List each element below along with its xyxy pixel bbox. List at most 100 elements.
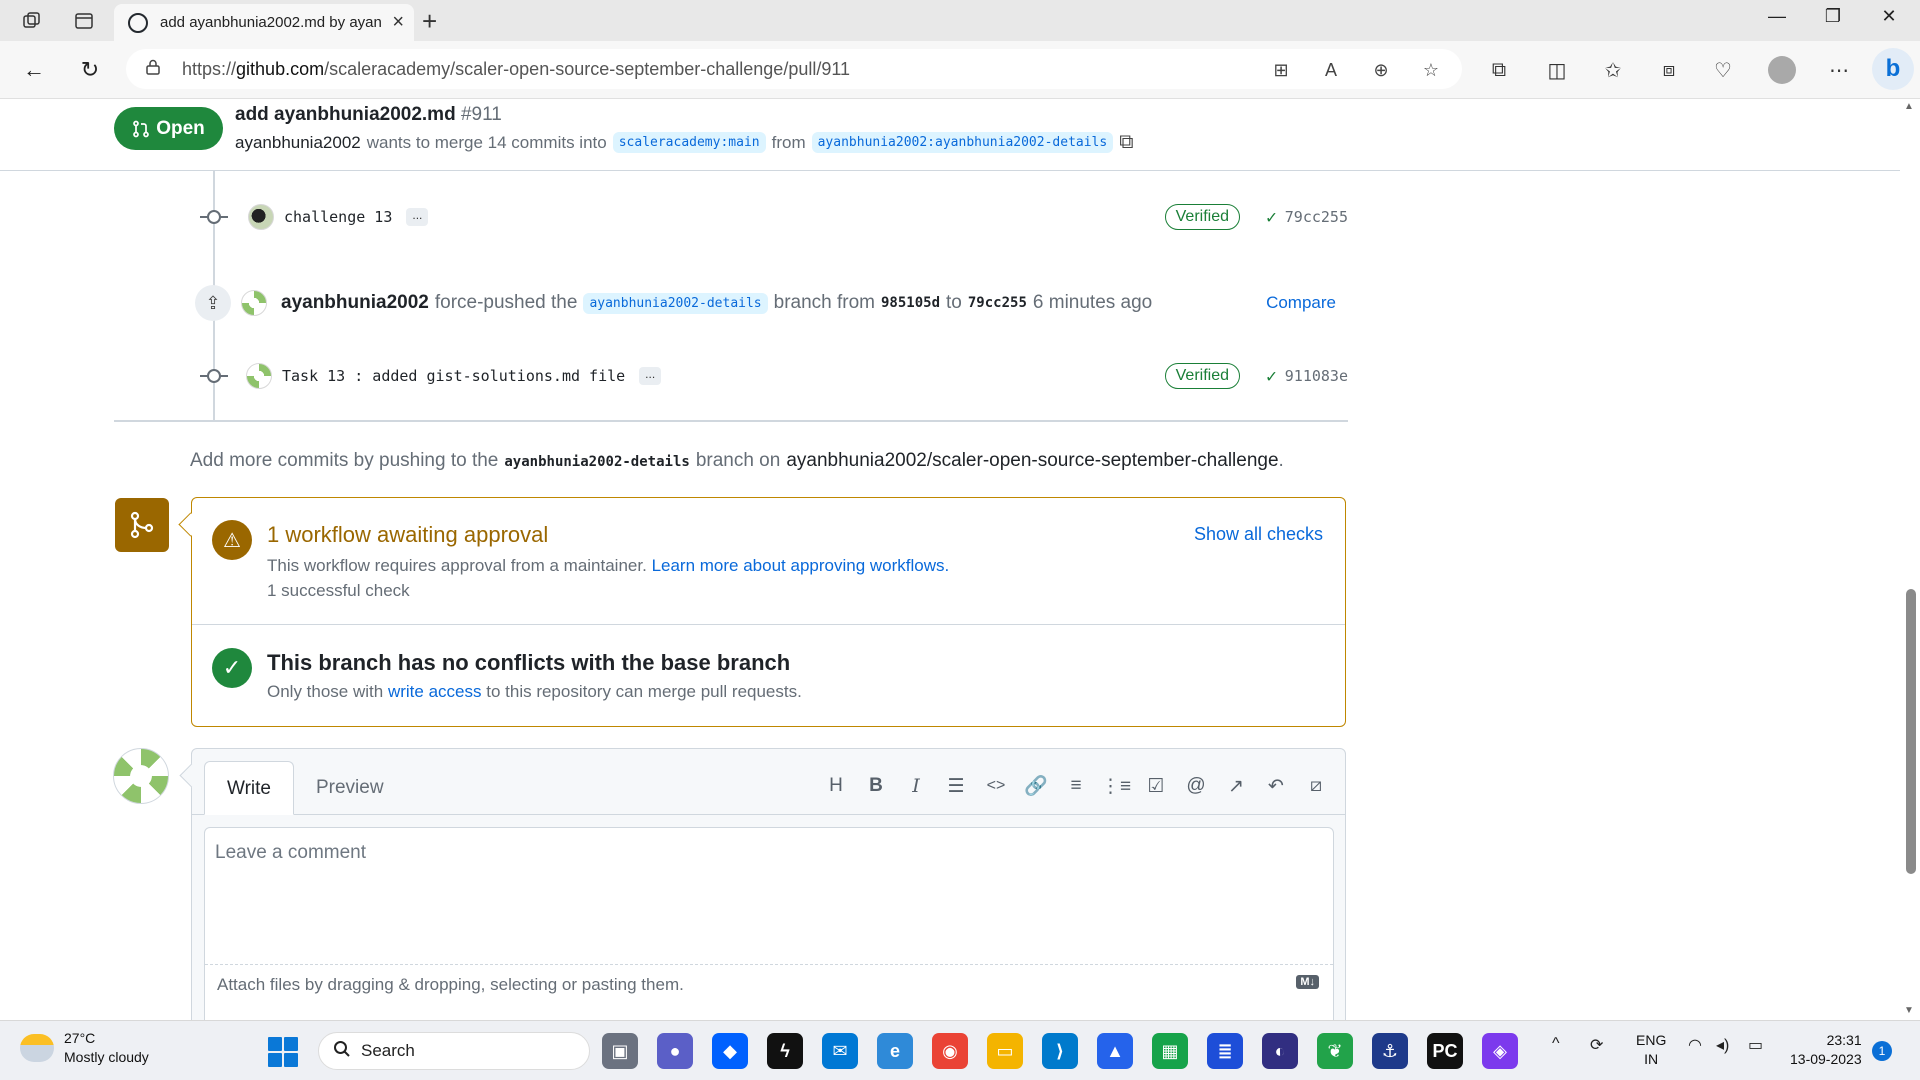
extensions-icon[interactable]: ⧉ <box>1482 53 1516 87</box>
lock-icon[interactable] <box>146 59 172 79</box>
weather-widget[interactable]: 27°C Mostly cloudy <box>20 1029 149 1067</box>
copy-icon[interactable]: ⧉ <box>1119 131 1133 154</box>
avatar[interactable] <box>113 748 169 804</box>
verified-badge[interactable]: Verified <box>1164 363 1240 389</box>
notification-badge[interactable]: 1 <box>1872 1041 1892 1061</box>
slash-commands-icon[interactable]: ⧄ <box>1305 774 1327 798</box>
app-icon[interactable]: ▦ <box>1152 1033 1188 1069</box>
tab-actions-icon[interactable] <box>70 8 98 34</box>
code-icon[interactable]: <> <box>985 774 1007 798</box>
write-access-link[interactable]: write access <box>388 682 482 701</box>
markdown-icon[interactable]: M↓ <box>1296 975 1319 989</box>
notepad-icon[interactable]: ≣ <box>1207 1033 1243 1069</box>
dropbox-icon[interactable]: ◆ <box>712 1033 748 1069</box>
pycharm-icon[interactable]: PC <box>1427 1033 1463 1069</box>
avatar[interactable] <box>241 290 267 316</box>
favorite-star-icon[interactable]: ☆ <box>1418 57 1444 83</box>
scrollbar-thumb[interactable] <box>1906 589 1916 874</box>
show-all-checks-link[interactable]: Show all checks <box>1194 524 1323 545</box>
app-icon[interactable]: ◈ <box>1482 1033 1518 1069</box>
restore-button[interactable]: ❐ <box>1810 6 1856 27</box>
comment-textarea[interactable] <box>205 828 1333 963</box>
browser-essentials-icon[interactable]: ♡ <box>1706 53 1740 87</box>
chat-icon[interactable]: ● <box>657 1033 693 1069</box>
wifi-icon[interactable]: ◠ <box>1688 1035 1702 1055</box>
split-screen-icon[interactable]: ◫ <box>1540 53 1574 87</box>
favorites-icon[interactable]: ✩ <box>1596 53 1630 87</box>
address-bar[interactable]: https://github.com/scaleracademy/scaler-… <box>126 49 1462 89</box>
more-menu-icon[interactable]: ⋯ <box>1822 53 1856 87</box>
active-browser-tab[interactable]: add ayanbhunia2002.md by ayan × <box>114 4 414 41</box>
event-author-link[interactable]: ayanbhunia2002 <box>281 292 429 314</box>
app-icon[interactable]: ϟ <box>767 1033 803 1069</box>
new-tab-button[interactable]: + <box>422 6 437 37</box>
italic-icon[interactable]: I <box>905 774 927 798</box>
mysql-icon[interactable]: ⚓ <box>1372 1033 1408 1069</box>
volume-icon[interactable]: ◂) <box>1716 1035 1729 1055</box>
github-icon <box>128 12 148 33</box>
bulleted-list-icon[interactable]: ≡ <box>1065 774 1087 798</box>
read-aloud-icon[interactable]: A <box>1318 57 1344 83</box>
close-window-button[interactable]: ✕ <box>1866 6 1912 27</box>
input-language[interactable]: ENG IN <box>1636 1031 1666 1069</box>
collections-icon[interactable]: ⧈ <box>1652 53 1686 87</box>
task-view-icon[interactable]: ▣ <box>602 1033 638 1069</box>
base-branch[interactable]: scaleracademy:main <box>612 132 766 153</box>
edge-icon[interactable]: e <box>877 1033 913 1069</box>
workspaces-icon[interactable] <box>18 8 46 34</box>
app-icon[interactable]: ❦ <box>1317 1033 1353 1069</box>
learn-more-link[interactable]: Learn more about approving workflows. <box>652 556 950 575</box>
expand-commit-button[interactable]: ... <box>639 367 662 385</box>
mention-icon[interactable]: @ <box>1185 774 1207 798</box>
tab-preview[interactable]: Preview <box>294 761 406 815</box>
vscode-icon[interactable]: ⟩ <box>1042 1033 1078 1069</box>
commit-sha[interactable]: ✓ 911083e <box>1266 366 1348 387</box>
close-tab-icon[interactable]: × <box>392 11 404 34</box>
battery-icon[interactable]: ▭ <box>1748 1035 1763 1055</box>
event-branch[interactable]: ayanbhunia2002-details <box>583 292 768 314</box>
file-explorer-icon[interactable]: ▭ <box>987 1033 1023 1069</box>
eclipse-icon[interactable]: ◐ <box>1262 1033 1298 1069</box>
numbered-list-icon[interactable]: ⋮≡ <box>1101 774 1131 798</box>
scroll-down-icon[interactable]: ▼ <box>1904 1005 1914 1016</box>
commit-message-link[interactable]: challenge 13 <box>284 208 392 226</box>
task-list-icon[interactable]: ☑ <box>1145 774 1167 798</box>
back-button[interactable]: ← <box>16 53 52 87</box>
windows-start-icon[interactable] <box>268 1037 298 1067</box>
verified-badge[interactable]: Verified <box>1164 204 1240 230</box>
app-icon[interactable]: ▲ <box>1097 1033 1133 1069</box>
commit-sha[interactable]: ✓ 79cc255 <box>1266 207 1348 228</box>
link-icon[interactable]: 🔗 <box>1024 774 1048 798</box>
page-scrollbar[interactable]: ▲ ▼ <box>1900 99 1920 1020</box>
from-sha-link[interactable]: 985105d <box>881 295 940 311</box>
url-text[interactable]: https://github.com/scaleracademy/scaler-… <box>182 59 850 80</box>
bold-icon[interactable]: B <box>865 774 887 798</box>
taskbar-search[interactable]: Search <box>318 1032 590 1070</box>
show-hidden-icons[interactable]: ^ <box>1552 1035 1560 1053</box>
profile-avatar[interactable] <box>1768 56 1796 84</box>
commit-message-link[interactable]: Task 13 : added gist-solutions.md file <box>282 367 625 385</box>
minimize-button[interactable]: — <box>1754 6 1800 27</box>
avatar[interactable] <box>246 363 272 389</box>
mail-icon[interactable]: ✉ <box>822 1033 858 1069</box>
chrome-icon[interactable]: ◉ <box>932 1033 968 1069</box>
attach-files-hint[interactable]: Attach files by dragging & dropping, sel… <box>205 964 1333 1004</box>
zoom-icon[interactable]: ⊕ <box>1368 57 1394 83</box>
head-branch[interactable]: ayanbhunia2002:ayanbhunia2002-details <box>811 132 1114 153</box>
to-sha-link[interactable]: 79cc255 <box>968 295 1027 311</box>
avatar[interactable] <box>248 204 274 230</box>
app-available-icon[interactable]: ⊞ <box>1268 57 1294 83</box>
reply-icon[interactable]: ↶ <box>1265 774 1287 798</box>
heading-icon[interactable]: H <box>825 774 847 798</box>
tab-write[interactable]: Write <box>204 761 294 815</box>
system-clock[interactable]: 23:31 13-09-2023 <box>1790 1031 1862 1069</box>
sync-icon[interactable]: ⟳ <box>1590 1035 1603 1055</box>
reference-icon[interactable]: ↗ <box>1225 774 1247 798</box>
refresh-button[interactable]: ↻ <box>72 53 108 87</box>
expand-commit-button[interactable]: ... <box>406 208 429 226</box>
bing-copilot-icon[interactable]: b <box>1872 48 1914 90</box>
compare-button[interactable]: Compare <box>1266 293 1336 313</box>
quote-icon[interactable]: ☰ <box>945 774 967 798</box>
pr-author-link[interactable]: ayanbhunia2002 <box>235 133 361 153</box>
scroll-up-icon[interactable]: ▲ <box>1904 101 1914 112</box>
